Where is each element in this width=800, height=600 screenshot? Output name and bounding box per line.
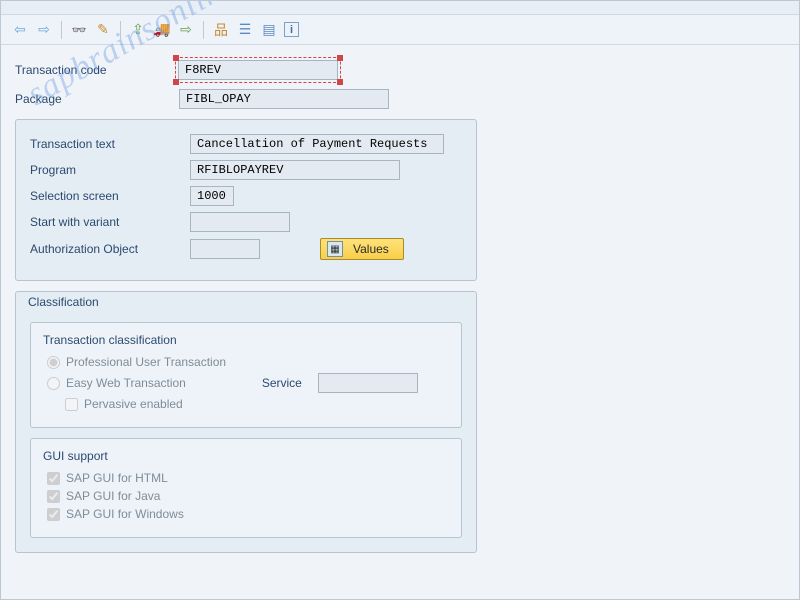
variant-label: Start with variant: [30, 215, 190, 229]
separator: [61, 21, 62, 39]
service-label: Service: [262, 376, 302, 390]
details-group: Transaction text Program Selection scree…: [15, 119, 477, 281]
txtext-label: Transaction text: [30, 137, 190, 151]
gui-html-row: SAP GUI for HTML: [47, 471, 449, 485]
gui-win-checkbox[interactable]: [47, 508, 60, 521]
service-input[interactable]: [318, 373, 418, 393]
program-row: Program: [30, 160, 462, 180]
selscreen-label: Selection screen: [30, 189, 190, 203]
other-object-icon[interactable]: ⇪: [129, 21, 147, 39]
gui-java-row: SAP GUI for Java: [47, 489, 449, 503]
program-input[interactable]: [190, 160, 400, 180]
content-area: Transaction code Package Transaction tex…: [1, 45, 799, 565]
pervasive-label: Pervasive enabled: [84, 397, 183, 411]
gui-java-checkbox[interactable]: [47, 490, 60, 503]
object-list-icon[interactable]: ▤: [260, 21, 278, 39]
radio-professional-row: Professional User Transaction: [47, 355, 449, 369]
tcode-highlight: [175, 57, 341, 83]
program-label: Program: [30, 163, 190, 177]
back-icon[interactable]: ⇦: [11, 21, 29, 39]
selscreen-input[interactable]: [190, 186, 234, 206]
pervasive-checkbox[interactable]: [65, 398, 78, 411]
toolbar: ⇦ ⇨ 👓 ✎ ⇪ 🚚 ⇨ 品 ☰ ▤ i: [1, 15, 799, 45]
authobj-input[interactable]: [190, 239, 260, 259]
sap-window: ⇦ ⇨ 👓 ✎ ⇪ 🚚 ⇨ 品 ☰ ▤ i Transaction code P…: [0, 0, 800, 600]
hierarchy-icon[interactable]: 品: [212, 21, 230, 39]
radio-easyweb-label: Easy Web Transaction: [66, 376, 186, 390]
display-change-icon[interactable]: ✎: [94, 21, 112, 39]
separator: [203, 21, 204, 39]
gui-html-checkbox[interactable]: [47, 472, 60, 485]
gui-java-label: SAP GUI for Java: [66, 489, 160, 503]
authobj-label: Authorization Object: [30, 242, 190, 256]
txtext-row: Transaction text: [30, 134, 462, 154]
info-icon[interactable]: i: [284, 22, 299, 37]
values-icon: ▦: [327, 241, 343, 257]
variant-row: Start with variant: [30, 212, 462, 232]
radio-easyweb-row: Easy Web Transaction Service: [47, 373, 449, 393]
authobj-row: Authorization Object ▦ Values: [30, 238, 462, 260]
pervasive-row: Pervasive enabled: [65, 397, 449, 411]
radio-easyweb[interactable]: [47, 377, 60, 390]
classification-title: Classification: [24, 295, 103, 309]
txtext-input[interactable]: [190, 134, 444, 154]
gui-win-label: SAP GUI for Windows: [66, 507, 184, 521]
package-row: Package: [15, 89, 785, 109]
variant-input[interactable]: [190, 212, 290, 232]
classification-group: Classification Transaction classificatio…: [15, 291, 477, 553]
gui-support-subgroup: GUI support SAP GUI for HTML SAP GUI for…: [30, 438, 462, 538]
title-strip: [1, 1, 799, 15]
tcode-label: Transaction code: [15, 63, 175, 77]
radio-professional-label: Professional User Transaction: [66, 355, 226, 369]
tcode-row: Transaction code: [15, 57, 785, 83]
values-button[interactable]: ▦ Values: [320, 238, 404, 260]
forward-icon[interactable]: ⇨: [35, 21, 53, 39]
values-button-label: Values: [353, 242, 389, 256]
tcode-input[interactable]: [178, 60, 338, 80]
glasses-icon[interactable]: 👓: [70, 21, 88, 39]
tx-classification-subgroup: Transaction classification Professional …: [30, 322, 462, 428]
gui-html-label: SAP GUI for HTML: [66, 471, 168, 485]
where-used-icon[interactable]: ☰: [236, 21, 254, 39]
radio-professional[interactable]: [47, 356, 60, 369]
check-icon[interactable]: ⇨: [177, 21, 195, 39]
package-input[interactable]: [179, 89, 389, 109]
selscreen-row: Selection screen: [30, 186, 462, 206]
gui-win-row: SAP GUI for Windows: [47, 507, 449, 521]
tx-classification-title: Transaction classification: [43, 333, 449, 347]
transport-icon[interactable]: 🚚: [153, 21, 171, 39]
package-label: Package: [15, 92, 175, 106]
gui-support-title: GUI support: [43, 449, 449, 463]
separator: [120, 21, 121, 39]
